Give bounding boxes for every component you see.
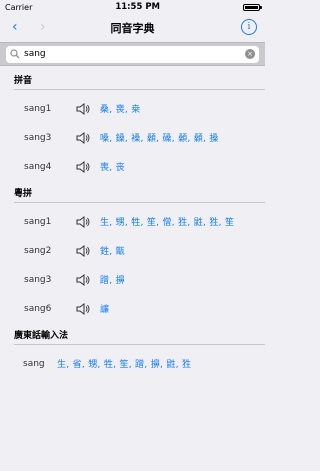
speaker-icon[interactable] — [76, 160, 90, 173]
speaker-icon[interactable] — [76, 215, 90, 228]
back-chevron-icon[interactable]: ‹ — [12, 20, 18, 34]
carrier-label: Carrier — [5, 2, 33, 12]
homophone-chars[interactable]: 桑, 喪, 桒 — [100, 102, 141, 115]
list-item: sang3 嗓, 鎟, 褬, 顙, 磉, 顙, 顙, 搡 — [0, 123, 265, 152]
homophone-chars[interactable]: 生, 省, 甥, 牲, 笙, 蹭, 擤, 鼪, 狌 — [57, 357, 191, 370]
section-header-cantonese-ime: 廣東話輸入法 — [14, 327, 265, 345]
status-time: 11:55 PM — [115, 2, 161, 12]
section-header-jyutping: 粵拼 — [14, 185, 265, 203]
homophone-chars[interactable]: 蹭, 擤 — [100, 273, 125, 286]
page-title: 同音字典 — [110, 22, 155, 35]
homophone-chars[interactable]: 生, 甥, 牲, 笙, 僧, 狌, 鼪, 狌, 笙 — [100, 215, 234, 228]
search-icon — [10, 49, 20, 59]
speaker-icon[interactable] — [76, 131, 90, 144]
speaker-icon[interactable] — [76, 244, 90, 257]
list-item: sang4 喪, 丧 — [0, 152, 265, 181]
list-item: sang1 生, 甥, 牲, 笙, 僧, 狌, 鼪, 狌, 笙 — [0, 207, 265, 236]
homophone-chars[interactable]: 鉎, 甑 — [100, 244, 125, 257]
navigation-bar: ‹ › 同音字典 i — [0, 14, 265, 42]
section-cantonese-ime: 廣東話輸入法 sang 生, 省, 甥, 牲, 笙, 蹭, 擤, 鼪, 狌 — [0, 327, 265, 378]
list-item: sang2 鉎, 甑 — [0, 236, 265, 265]
section-header-pinyin: 拼音 — [14, 72, 265, 90]
list-item: sang3 蹭, 擤 — [0, 265, 265, 294]
reading-label: sang3 — [24, 132, 52, 143]
speaker-icon[interactable] — [76, 302, 90, 315]
list-item: sang6 譧 — [0, 294, 265, 323]
reading-label: sang3 — [24, 274, 52, 285]
reading-label: sang4 — [24, 161, 52, 172]
speaker-icon[interactable] — [76, 273, 90, 286]
reading-label: sang6 — [24, 303, 52, 314]
section-jyutping: 粵拼 sang1 生, 甥, 牲, 笙, 僧, 狌, 鼪, 狌, 笙 sang2… — [0, 185, 265, 323]
speaker-icon[interactable] — [76, 102, 90, 115]
search-bar: sang × — [0, 42, 265, 66]
list-item: sang1 桑, 喪, 桒 — [0, 94, 265, 123]
reading-label: sang — [23, 358, 45, 369]
forward-chevron-icon[interactable]: › — [40, 20, 46, 34]
section-pinyin: 拼音 sang1 桑, 喪, 桒 sang3 嗓, 鎟, 褬, 顙, 磉, 顙,… — [0, 72, 265, 181]
clear-search-icon[interactable]: × — [245, 49, 255, 59]
homophone-chars[interactable]: 喪, 丧 — [100, 160, 125, 173]
homophone-chars[interactable]: 嗓, 鎟, 褬, 顙, 磉, 顙, 顙, 搡 — [100, 131, 219, 144]
reading-label: sang1 — [24, 216, 52, 227]
homophone-chars[interactable]: 譧 — [100, 302, 109, 315]
search-field[interactable]: sang × — [6, 45, 259, 63]
reading-label: sang2 — [24, 245, 52, 256]
info-button[interactable]: i — [241, 19, 257, 35]
status-bar: Carrier 11:55 PM — [0, 0, 265, 14]
list-item: sang 生, 省, 甥, 牲, 笙, 蹭, 擤, 鼪, 狌 — [0, 349, 265, 378]
battery-icon — [242, 3, 262, 11]
reading-label: sang1 — [24, 103, 52, 114]
search-input[interactable]: sang — [24, 49, 245, 59]
